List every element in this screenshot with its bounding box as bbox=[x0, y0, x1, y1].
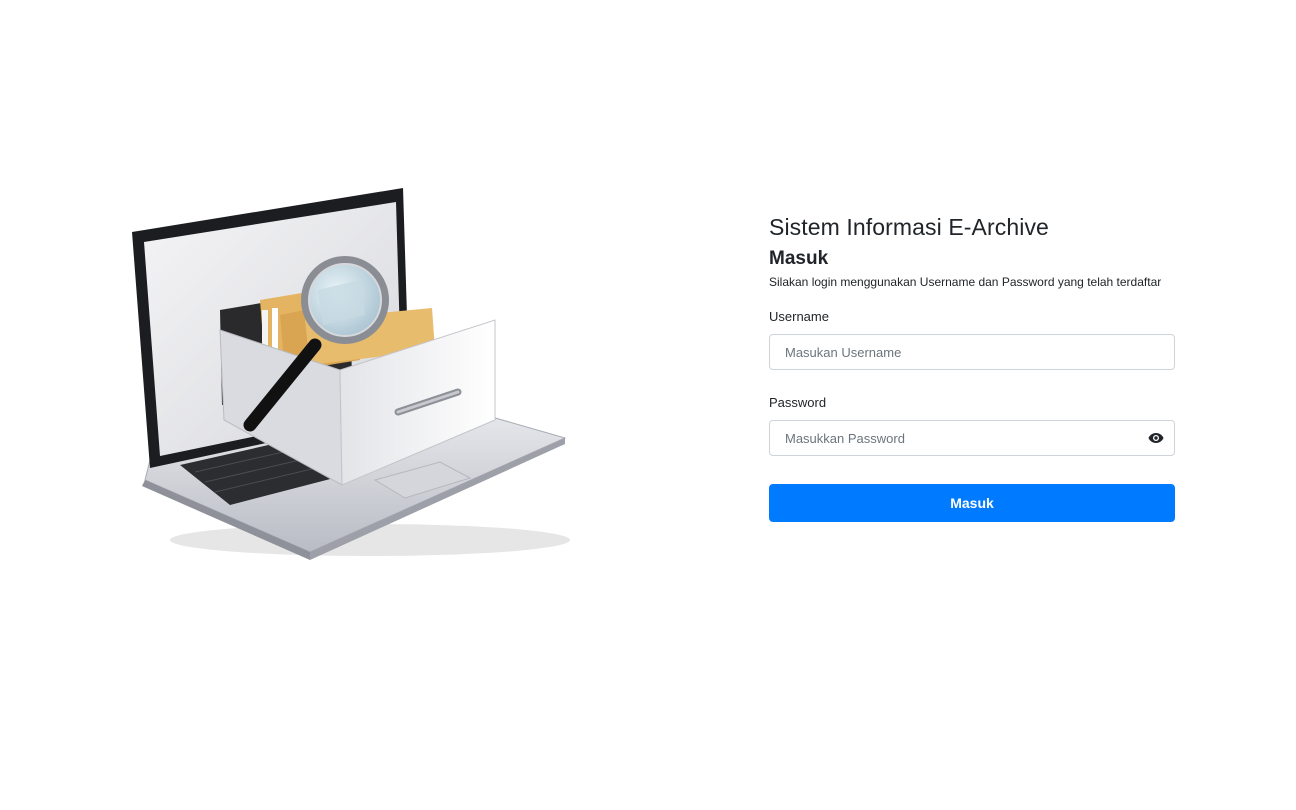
eye-icon bbox=[1148, 433, 1164, 443]
username-input[interactable] bbox=[769, 334, 1175, 370]
login-panel: Sistem Informasi E-Archive Masuk Silakan… bbox=[769, 212, 1175, 522]
password-input[interactable] bbox=[769, 420, 1175, 456]
password-label: Password bbox=[769, 395, 827, 410]
login-page: Sistem Informasi E-Archive Masuk Silakan… bbox=[0, 0, 1296, 810]
username-label: Username bbox=[769, 309, 829, 324]
show-password-eye-icon[interactable] bbox=[1147, 429, 1165, 447]
laptop-archive-illustration bbox=[120, 180, 580, 570]
username-field-wrapper bbox=[769, 334, 1175, 370]
login-subtitle: Silakan login menggunakan Username dan P… bbox=[769, 275, 1162, 289]
login-heading: Masuk bbox=[769, 248, 829, 269]
laptop-archive-image bbox=[132, 188, 570, 560]
login-submit-button[interactable]: Masuk bbox=[769, 484, 1175, 522]
app-title: Sistem Informasi E-Archive bbox=[769, 214, 1049, 240]
password-field-wrapper bbox=[769, 420, 1175, 456]
